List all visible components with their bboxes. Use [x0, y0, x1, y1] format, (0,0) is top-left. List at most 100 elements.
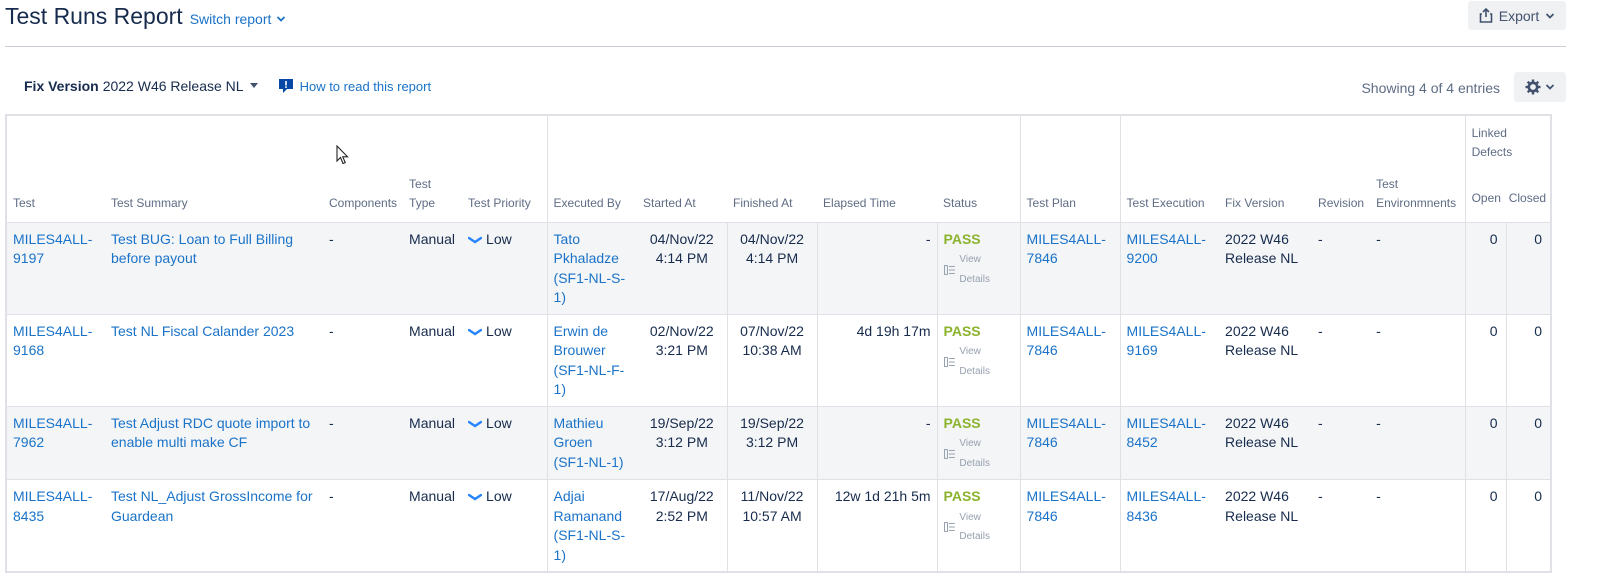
table-row: MILES4ALL-9168 Test NL Fiscal Calander 20… — [6, 313, 1552, 406]
report-header: Test Runs Report Switch report — [5, 0, 286, 34]
test-plan-link[interactable]: MILES4ALL-7846 — [1027, 323, 1106, 359]
started-date: 19/Sep/22 — [649, 414, 714, 431]
switch-report-dropdown[interactable]: Switch report — [190, 11, 287, 27]
finished-at-cell: 07/Nov/22 10:38 AM — [726, 313, 818, 406]
fix-version-cell: 2022 W46 Release NL — [1219, 479, 1313, 572]
test-key-link[interactable]: MILES4ALL-8435 — [13, 488, 92, 524]
started-at-cell: 19/Sep/22 3:12 PM — [637, 405, 728, 480]
status-badge: PASS — [943, 230, 981, 247]
view-details-link[interactable]: View Details — [943, 342, 1014, 381]
environments-cell: - — [1370, 221, 1466, 314]
col-header-test-execution[interactable]: Test Execution — [1119, 115, 1220, 222]
status-cell: PASS View Details — [936, 405, 1021, 480]
executed-by-link[interactable]: Mathieu Groen (SF1-NL-1) — [554, 415, 624, 470]
col-header-fix-version[interactable]: Fix Version — [1219, 115, 1312, 222]
finished-at-cell: 04/Nov/22 4:14 PM — [726, 221, 818, 314]
entries-count: Showing 4 of 4 entries — [1361, 80, 1500, 96]
finished-date: 07/Nov/22 — [740, 322, 804, 339]
started-date: 17/Aug/22 — [649, 488, 714, 504]
col-header-executed-by[interactable]: Executed By — [546, 115, 638, 222]
chevron-down-icon — [1545, 84, 1555, 90]
view-details-link[interactable]: View Details — [943, 508, 1014, 547]
closed-defects-cell: 0 — [1505, 405, 1552, 480]
test-key-link[interactable]: MILES4ALL-9168 — [13, 323, 92, 359]
open-defects-cell: 0 — [1464, 405, 1507, 480]
fix-version-cell: 2022 W46 Release NL — [1219, 313, 1313, 406]
environments-cell: - — [1370, 405, 1466, 480]
finished-at-cell: 19/Sep/22 3:12 PM — [726, 405, 818, 480]
closed-defects-cell: 0 — [1505, 221, 1552, 314]
col-header-test[interactable]: Test — [6, 115, 105, 222]
test-plan-link[interactable]: MILES4ALL-7846 — [1027, 415, 1106, 451]
finished-time: 3:12 PM — [745, 434, 799, 450]
col-header-priority[interactable]: Test Priority — [462, 115, 547, 222]
closed-defects-cell: 0 — [1505, 479, 1552, 572]
how-to-read-link[interactable]: How to read this report — [278, 78, 431, 94]
started-date: 04/Nov/22 — [649, 230, 714, 247]
col-header-status[interactable]: Status — [937, 115, 1020, 222]
test-execution-link[interactable]: MILES4ALL-9169 — [1127, 323, 1206, 359]
priority-low-icon — [468, 420, 483, 427]
switch-report-label: Switch report — [189, 11, 272, 27]
test-key-link[interactable]: MILES4ALL-7962 — [13, 415, 92, 451]
col-header-finished[interactable]: Finished At — [727, 115, 817, 222]
test-summary-link[interactable]: Test BUG: Loan to Full Billing before pa… — [111, 231, 293, 267]
gear-icon — [1525, 79, 1541, 95]
status-badge: PASS — [943, 414, 981, 431]
view-details-link[interactable]: View Details — [943, 250, 1014, 289]
col-header-env-line2: Environmnents — [1376, 195, 1457, 210]
executed-by-link[interactable]: Adjai Ramanand (SF1-NL-S-1) — [554, 488, 626, 563]
col-header-env-line1: Test — [1376, 176, 1399, 191]
settings-button[interactable] — [1514, 72, 1566, 102]
col-header-closed[interactable]: Closed — [1509, 189, 1546, 208]
priority-cell: Low — [468, 414, 512, 434]
col-header-linked-line1: Linked — [1471, 126, 1507, 140]
started-time: 4:14 PM — [655, 250, 708, 266]
export-label: Export — [1498, 7, 1540, 24]
revision-cell: - — [1312, 221, 1371, 314]
finished-at-cell: 11/Nov/22 10:57 AM — [726, 479, 818, 572]
revision-cell: - — [1312, 313, 1371, 406]
view-details-icon — [943, 448, 955, 459]
test-execution-link[interactable]: MILES4ALL-8436 — [1127, 488, 1206, 524]
col-header-summary[interactable]: Test Summary — [105, 115, 323, 222]
mouse-cursor-icon — [336, 145, 349, 165]
fix-version-cell: 2022 W46 Release NL — [1219, 405, 1313, 480]
priority-low-icon — [468, 493, 483, 501]
header-divider — [5, 46, 1566, 47]
test-plan-link[interactable]: MILES4ALL-7846 — [1027, 488, 1106, 524]
col-header-test-plan[interactable]: Test Plan — [1019, 115, 1121, 222]
view-details-icon — [943, 522, 955, 532]
test-execution-link[interactable]: MILES4ALL-9200 — [1127, 231, 1206, 267]
col-header-test-type[interactable]: Test Type — [403, 115, 462, 222]
fix-version-cell: 2022 W46 Release NL — [1219, 221, 1313, 314]
finished-time: 10:38 AM — [742, 342, 802, 358]
components-cell: - — [323, 313, 404, 406]
view-details-link[interactable]: View Details — [943, 434, 1014, 473]
col-header-open[interactable]: Open — [1472, 189, 1501, 208]
fix-version-selector[interactable]: 2022 W46 Release NL — [103, 78, 258, 94]
executed-by-link[interactable]: Erwin de Brouwer (SF1-NL-F-1) — [554, 323, 625, 398]
components-cell: - — [323, 479, 404, 572]
col-header-elapsed[interactable]: Elapsed Time — [817, 115, 937, 222]
export-button[interactable]: Export — [1468, 1, 1566, 30]
col-header-components[interactable]: Components — [323, 115, 403, 222]
test-plan-link[interactable]: MILES4ALL-7846 — [1027, 231, 1106, 267]
executed-by-link[interactable]: Tato Pkhaladze (SF1-NL-S-1) — [554, 231, 626, 306]
test-summary-link[interactable]: Test NL_Adjust GrossIncome for Guardean — [111, 488, 313, 524]
components-cell: - — [323, 221, 404, 314]
table-row: MILES4ALL-8435 Test NL_Adjust GrossIncome… — [6, 479, 1552, 572]
status-cell: PASS View Details — [936, 221, 1021, 314]
test-execution-link[interactable]: MILES4ALL-8452 — [1127, 415, 1206, 451]
table-row: MILES4ALL-7962 Test Adjust RDC quote impo… — [6, 405, 1552, 480]
col-header-environments[interactable]: Test Environmnents — [1370, 115, 1465, 222]
test-summary-link[interactable]: Test Adjust RDC quote import to enable m… — [111, 415, 310, 451]
started-time: 2:52 PM — [655, 507, 708, 524]
col-header-revision[interactable]: Revision — [1312, 115, 1370, 222]
col-header-started[interactable]: Started At — [637, 115, 727, 222]
priority-low-icon — [468, 236, 483, 243]
test-type-cell: Manual — [403, 479, 463, 572]
test-key-link[interactable]: MILES4ALL-9197 — [13, 231, 92, 267]
test-summary-link[interactable]: Test NL Fiscal Calander 2023 — [111, 323, 294, 339]
test-runs-table: Test Test Summary Components Test Type Te… — [5, 114, 1553, 573]
